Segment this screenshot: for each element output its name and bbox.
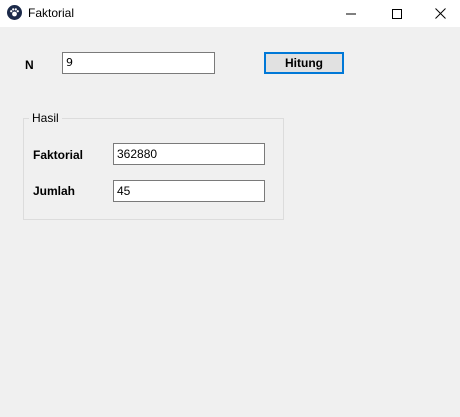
jumlah-field[interactable]: 45 xyxy=(113,180,265,202)
n-input[interactable]: 9 xyxy=(62,52,215,74)
n-label: N xyxy=(25,58,34,72)
faktorial-field[interactable]: 362880 xyxy=(113,143,265,165)
paw-icon xyxy=(7,5,22,20)
faktorial-label: Faktorial xyxy=(33,148,84,162)
close-button[interactable] xyxy=(420,0,460,27)
title-bar[interactable]: Faktorial xyxy=(0,0,460,27)
hasil-groupbox xyxy=(23,118,284,220)
maximize-icon xyxy=(392,8,402,19)
close-icon xyxy=(434,8,446,19)
minimize-button[interactable] xyxy=(328,0,374,27)
maximize-button[interactable] xyxy=(374,0,420,27)
minimize-icon xyxy=(346,13,356,14)
hitung-button[interactable]: Hitung xyxy=(264,52,344,74)
window-title: Faktorial xyxy=(28,6,75,20)
hasil-group-legend: Hasil xyxy=(29,111,62,125)
jumlah-label: Jumlah xyxy=(33,184,76,198)
